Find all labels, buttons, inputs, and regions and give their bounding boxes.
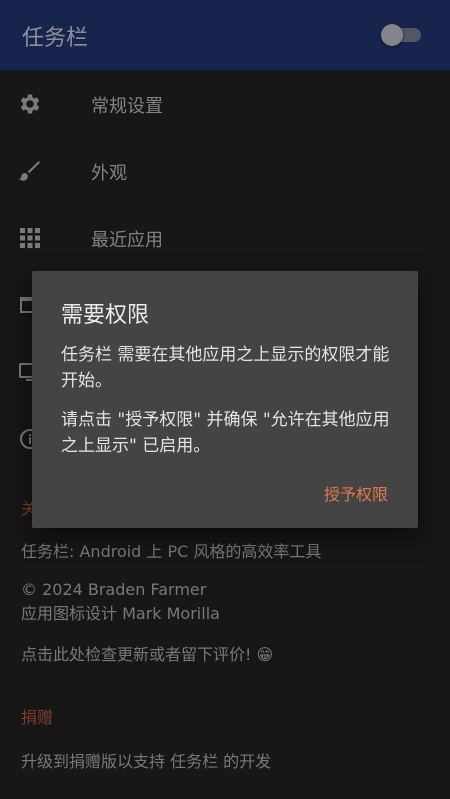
grant-permission-button[interactable]: 授予权限 [324,481,388,505]
permission-dialog: 需要权限 任务栏 需要在其他应用之上显示的权限才能开始。 请点击 "授予权限" … [32,271,418,528]
dialog-message-2: 请点击 "授予权限" 并确保 "允许在其他应用之上显示" 已启用。 [61,410,390,456]
dialog-message-1: 任务栏 需要在其他应用之上显示的权限才能开始。 [61,345,390,391]
dialog-title: 需要权限 [61,303,150,328]
